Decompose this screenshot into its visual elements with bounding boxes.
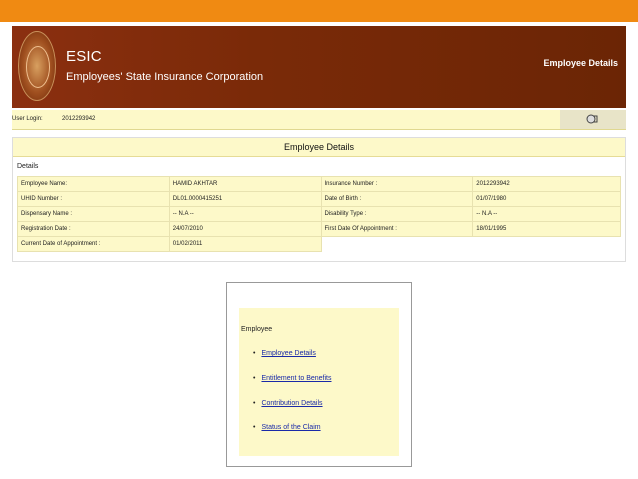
employee-menu-panel: Employee • Employee Details • Entitlement … [239, 308, 399, 456]
table-row: Registration Date : 24/07/2010 First Dat… [17, 221, 621, 237]
employee-details-table: Employee Name: HAMID AKHTAR Insurance Nu… [17, 176, 621, 252]
table-row: UHID Number : DL01.0000415251 Date of Bi… [17, 191, 621, 207]
employee-details-panel: Employee Details Details Employee Name: … [12, 137, 626, 262]
field-label [320, 236, 474, 252]
menu-item-label[interactable]: Employee Details [261, 350, 315, 357]
table-row: Employee Name: HAMID AKHTAR Insurance Nu… [17, 176, 621, 192]
logout-icon[interactable] [586, 113, 598, 128]
field-value: 01/02/2011 [168, 236, 322, 252]
field-label: Insurance Number : [320, 176, 474, 192]
menu-item-status-of-the-claim[interactable]: • Status of the Claim [253, 424, 321, 431]
field-label: First Date Of Appointment : [320, 221, 474, 237]
menu-item-employee-details[interactable]: • Employee Details [253, 350, 316, 357]
field-label: UHID Number : [17, 191, 170, 207]
field-label: Disability Type : [320, 206, 474, 222]
menu-item-label[interactable]: Entitlement to Benefits [261, 375, 331, 382]
top-accent-bar [0, 0, 638, 22]
employee-menu-box: Employee • Employee Details • Entitlement … [226, 282, 412, 467]
site-header: ESIC Employees' State Insurance Corporat… [12, 26, 626, 108]
table-row: Dispensary Name : -- N.A -- Disability T… [17, 206, 621, 222]
menu-item-label[interactable]: Status of the Claim [261, 424, 320, 431]
logout-button[interactable] [560, 110, 626, 129]
bullet: • [253, 350, 256, 357]
menu-item-label[interactable]: Contribution Details [261, 400, 322, 407]
bullet: • [253, 400, 256, 407]
bullet: • [253, 375, 256, 382]
field-value: -- N.A -- [472, 206, 621, 222]
brand-name: ESIC [66, 48, 102, 65]
field-value: DL01.0000415251 [168, 191, 322, 207]
field-value [472, 236, 621, 252]
emblem-ring [26, 46, 50, 88]
user-login-label: User Login: [12, 116, 43, 122]
field-value: 24/07/2010 [168, 221, 322, 237]
table-row: Current Date of Appointment : 01/02/2011 [17, 236, 621, 252]
panel-title: Employee Details [13, 138, 625, 157]
bullet: • [253, 424, 256, 431]
field-label: Current Date of Appointment : [17, 236, 170, 252]
field-value: 18/01/1995 [472, 221, 621, 237]
menu-item-contribution-details[interactable]: • Contribution Details [253, 400, 323, 407]
field-label: Date of Birth : [320, 191, 474, 207]
login-bar: User Login: 2012293942 [12, 110, 626, 130]
field-label: Registration Date : [17, 221, 170, 237]
menu-title: Employee [241, 326, 273, 333]
field-label: Dispensary Name : [17, 206, 170, 222]
header-page-title: Employee Details [543, 58, 618, 68]
menu-item-entitlement-to-benefits[interactable]: • Entitlement to Benefits [253, 375, 332, 382]
esic-emblem-icon [18, 31, 56, 101]
field-value: 01/07/1980 [472, 191, 621, 207]
details-section-label: Details [17, 163, 39, 170]
field-value: HAMID AKHTAR [168, 176, 322, 192]
corporation-name: Employees' State Insurance Corporation [66, 71, 264, 83]
field-value: 2012293942 [472, 176, 621, 192]
user-login-value: 2012293942 [62, 116, 96, 122]
field-label: Employee Name: [17, 176, 170, 192]
field-value: -- N.A -- [168, 206, 322, 222]
